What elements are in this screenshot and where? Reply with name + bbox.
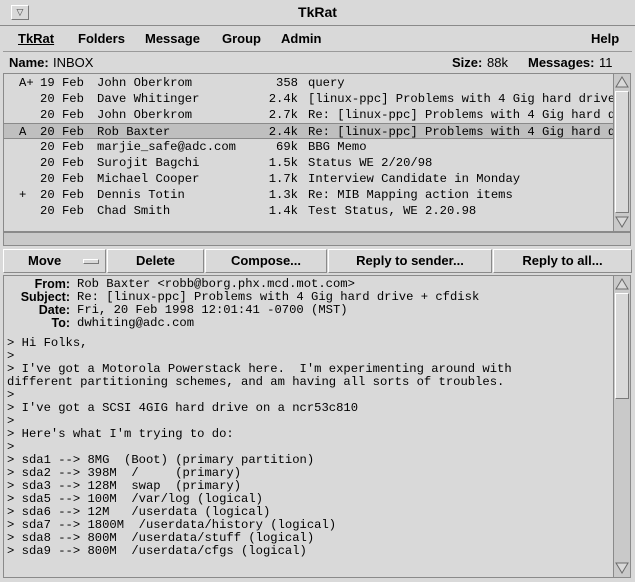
message-size: 2.4k xyxy=(268,92,298,106)
message-date: 20 Feb xyxy=(40,140,84,154)
folder-info-bar: Name: INBOX Size: 88k Messages: 11 xyxy=(3,53,632,73)
message-date: 20 Feb xyxy=(40,172,84,186)
message-from: John Oberkrom xyxy=(97,108,193,122)
message-list-scrollbar[interactable] xyxy=(613,74,630,231)
message-date: 20 Feb xyxy=(40,204,84,218)
menu-folders[interactable]: Folders xyxy=(78,31,125,46)
title-bar: ▽ TkRat xyxy=(0,0,635,26)
message-from: Michael Cooper xyxy=(97,172,200,186)
menu-bar: TkRat Folders Message Group Admin Help xyxy=(3,27,632,52)
message-subject: query xyxy=(308,76,345,90)
message-row[interactable]: 20 Feb Surojit Bagchi 1.5k Status WE 2/20/9… xyxy=(4,155,614,171)
message-view-scrollbar[interactable] xyxy=(613,276,630,577)
body-line: > Hi Folks, xyxy=(7,336,88,350)
message-view[interactable]: From: Rob Baxter <robb@borg.phx.mcd.mot.… xyxy=(3,275,631,578)
message-date: 19 Feb xyxy=(40,76,84,90)
message-date: 20 Feb xyxy=(40,108,84,122)
body-line: different partitioning schemes, and am h… xyxy=(7,375,505,389)
menu-admin-label: Admin xyxy=(281,31,322,46)
message-size: 69k xyxy=(276,140,298,154)
message-from: Rob Baxter xyxy=(97,125,171,139)
message-count: 11 xyxy=(599,55,613,70)
body-line: > I've got a SCSI 4GIG hard drive on a n… xyxy=(7,401,359,415)
scroll-down-arrow-icon[interactable] xyxy=(615,561,629,575)
message-subject: Test Status, WE 2.20.98 xyxy=(308,204,477,218)
message-from: Dave Whitinger xyxy=(97,92,200,106)
scroll-up-arrow-icon[interactable] xyxy=(615,277,629,291)
move-button[interactable]: Move xyxy=(3,249,106,273)
menu-folders-label: Folders xyxy=(78,31,125,46)
menu-group-label: Group xyxy=(222,31,261,46)
message-subject: [linux-ppc] Problems with 4 Gig hard dri… xyxy=(308,92,614,106)
name-label: Name: xyxy=(9,55,49,70)
move-button-label: Move xyxy=(28,253,62,268)
message-row[interactable]: 20 Feb Dave Whitinger 2.4k [linux-ppc] Prob… xyxy=(4,91,614,107)
message-date: 20 Feb xyxy=(40,156,84,170)
body-line: > Here's what I'm trying to do: xyxy=(7,427,234,441)
message-from: Surojit Bagchi xyxy=(97,156,200,170)
menu-help[interactable]: Help xyxy=(591,31,619,46)
to-label: To: xyxy=(51,316,70,330)
folder-name: INBOX xyxy=(53,55,94,70)
message-size: 2.4k xyxy=(268,125,298,139)
window-title: TkRat xyxy=(298,4,337,20)
message-subject: Re: MIB Mapping action items xyxy=(308,188,513,202)
reply-to-sender-button[interactable]: Reply to sender... xyxy=(328,249,492,273)
messages-label: Messages: xyxy=(528,55,595,70)
message-row[interactable]: 20 Feb marjie_safe@adc.com 69k BBG Memo xyxy=(4,139,614,155)
message-from: marjie_safe@adc.com xyxy=(97,140,236,154)
message-flag: A xyxy=(19,125,27,139)
body-line: > sda9 --> 800M /userdata/cfgs (logical) xyxy=(7,544,307,558)
message-row[interactable]: 20 Feb Chad Smith 1.4k Test Status, WE 2.20… xyxy=(4,203,614,219)
menu-help-label: Help xyxy=(591,31,620,46)
message-subject: Re: [linux-ppc] Problems with 4 Gig hard… xyxy=(308,125,614,139)
message-list[interactable]: A+ 19 Feb John Oberkrom 358 query 20 Feb Dave … xyxy=(3,73,631,232)
message-size: 1.7k xyxy=(268,172,298,186)
message-flag: + xyxy=(19,188,27,202)
message-row[interactable]: 20 Feb John Oberkrom 2.7k Re: [linux-ppc] P… xyxy=(4,107,614,123)
folder-size: 88k xyxy=(487,55,508,70)
message-size: 2.7k xyxy=(268,108,298,122)
menu-tkrat[interactable]: TkRat xyxy=(18,31,54,46)
scroll-down-arrow-icon[interactable] xyxy=(615,215,629,229)
message-date: 20 Feb xyxy=(40,125,84,139)
message-subject: Status WE 2/20/98 xyxy=(308,156,433,170)
message-date: 20 Feb xyxy=(40,92,84,106)
message-flag: A+ xyxy=(19,76,34,90)
to-value: dwhiting@adc.com xyxy=(77,316,195,330)
message-row[interactable]: 20 Feb Michael Cooper 1.7k Interview Candid… xyxy=(4,171,614,187)
message-list-hscroll[interactable] xyxy=(3,232,631,246)
message-size: 1.5k xyxy=(268,156,298,170)
action-bar: Move Delete Compose... Reply to sender..… xyxy=(3,249,632,274)
menu-group[interactable]: Group xyxy=(222,31,261,46)
message-subject: Re: [linux-ppc] Problems with 4 Gig hard… xyxy=(308,108,614,122)
message-date: 20 Feb xyxy=(40,188,84,202)
message-size: 358 xyxy=(276,76,298,90)
message-row[interactable]: +20 Feb Dennis Totin 1.3k Re: MIB Mapping a… xyxy=(4,187,614,203)
message-view-scroll-thumb[interactable] xyxy=(615,293,629,399)
message-row[interactable]: A+ 19 Feb John Oberkrom 358 query xyxy=(4,75,614,91)
menu-message[interactable]: Message xyxy=(145,31,200,46)
delete-button[interactable]: Delete xyxy=(107,249,204,273)
message-from: John Oberkrom xyxy=(97,76,193,90)
message-from: Dennis Totin xyxy=(97,188,185,202)
reply-to-all-button[interactable]: Reply to all... xyxy=(493,249,632,273)
message-from: Chad Smith xyxy=(97,204,171,218)
menu-message-label: Message xyxy=(145,31,200,46)
compose-button[interactable]: Compose... xyxy=(205,249,327,273)
message-size: 1.4k xyxy=(268,204,298,218)
menu-admin[interactable]: Admin xyxy=(281,31,321,46)
message-row[interactable]: A 20 Feb Rob Baxter 2.4k Re: [linux-ppc] Pro… xyxy=(4,123,614,139)
size-label: Size: xyxy=(452,55,483,70)
option-menu-indicator-icon xyxy=(83,259,99,264)
scroll-up-arrow-icon[interactable] xyxy=(615,75,629,89)
message-size: 1.3k xyxy=(268,188,298,202)
message-subject: BBG Memo xyxy=(308,140,367,154)
message-subject: Interview Candidate in Monday xyxy=(308,172,521,186)
menu-tkrat-label: TkRat xyxy=(18,31,55,46)
message-list-scroll-thumb[interactable] xyxy=(615,91,629,213)
